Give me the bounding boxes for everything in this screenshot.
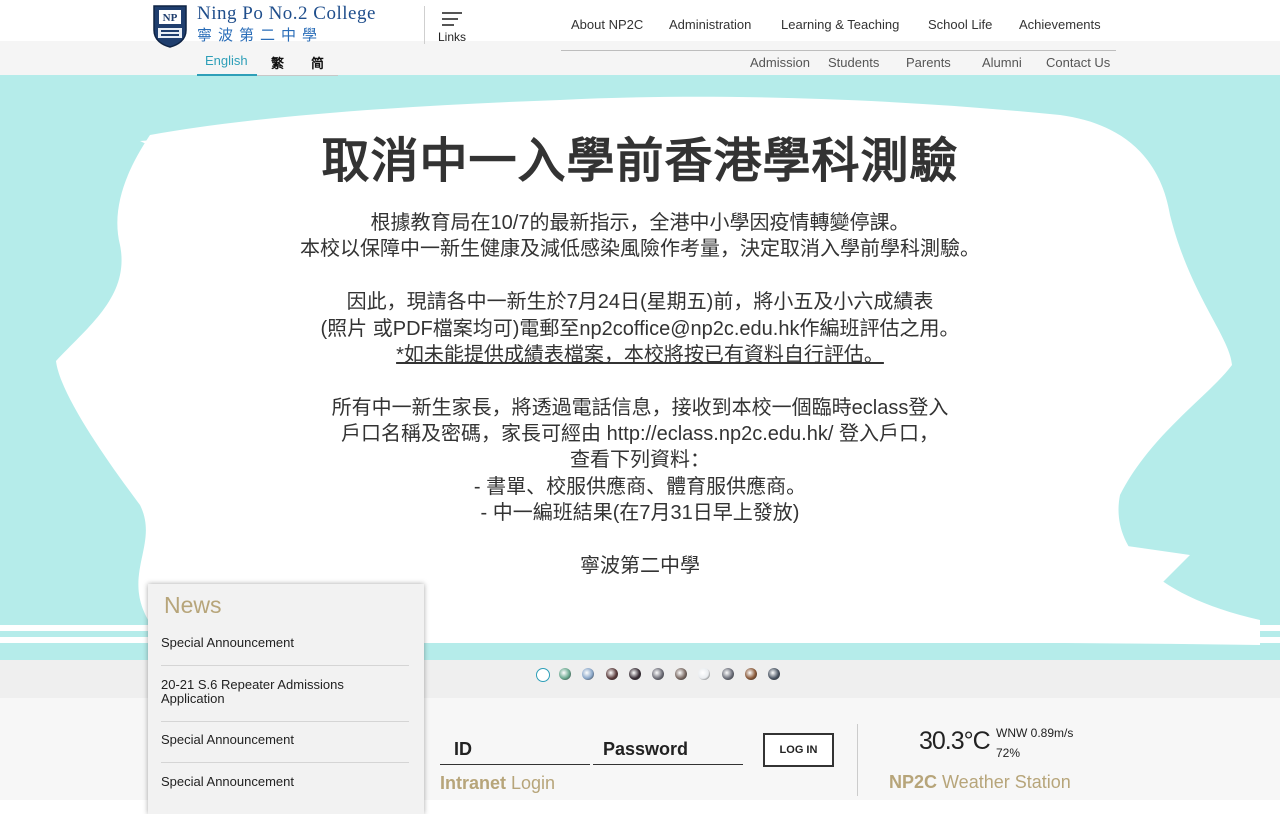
- news-title: News: [164, 592, 222, 618]
- weather-station-strong: NP2C: [889, 772, 938, 792]
- school-crest-icon[interactable]: NP: [152, 4, 188, 48]
- bottom-divider: [857, 724, 858, 796]
- nav-contact-us[interactable]: Contact Us: [1046, 55, 1110, 70]
- weather-station-link[interactable]: NP2C Weather Station: [889, 772, 1071, 793]
- announcement-line: 本校以保障中一新生健康及減低感染風險作考量，決定取消入學前學科測驗。: [300, 238, 980, 260]
- carousel-thumb[interactable]: [559, 668, 572, 680]
- weather-humidity: 72%: [996, 746, 1021, 760]
- news-item[interactable]: Special Announcement: [161, 636, 409, 650]
- nav-achievements[interactable]: Achievements: [1019, 17, 1101, 32]
- announcement-title: 取消中一入學前香港學科測驗: [321, 135, 959, 188]
- announcement-banner: 取消中一入學前香港學科測驗 根據教育局在10/7的最新指示，全港中小學因疫情轉變…: [0, 75, 1280, 660]
- id-field-wrapper: [440, 735, 594, 765]
- carousel-thumb[interactable]: [536, 668, 550, 682]
- announcement-line: 根據教育局在10/7的最新指示，全港中小學因疫情轉變停課。: [370, 212, 910, 234]
- announcement-note: *如未能提供成績表檔案，本校將按已有資料自行評估。: [0, 338, 1280, 367]
- weather-station-rest: Weather Station: [937, 772, 1071, 792]
- weather-temperature: 30.3°C: [919, 727, 991, 755]
- carousel-thumb[interactable]: [698, 668, 711, 680]
- carousel-thumb[interactable]: [768, 668, 780, 680]
- nav-admission[interactable]: Admission: [750, 55, 810, 70]
- lang-active-indicator: [197, 74, 257, 76]
- brand-name-zh[interactable]: 寧波第二中學: [197, 24, 323, 45]
- lang-english[interactable]: English: [205, 53, 248, 68]
- news-item[interactable]: 20-21 S.6 Repeater Admissions Applicatio…: [161, 678, 409, 706]
- nav-parents[interactable]: Parents: [906, 55, 951, 70]
- intranet-rest: Login: [506, 773, 556, 793]
- news-divider: [161, 665, 409, 666]
- carousel-thumb[interactable]: [744, 668, 757, 680]
- weather-wind: WNW 0.89m/s: [996, 726, 1074, 740]
- news-item[interactable]: Special Announcement: [161, 733, 409, 747]
- nav-alumni[interactable]: Alumni: [982, 55, 1022, 70]
- nav-school-life[interactable]: School Life: [928, 17, 992, 32]
- announcement-line: 戶口名稱及密碼，家長可經由 http://eclass.np2c.edu.hk/…: [341, 423, 939, 445]
- id-input[interactable]: [440, 735, 594, 760]
- announcement-line: (照片 或PDF檔案均可)電郵至np2coffice@np2c.edu.hk作編…: [320, 318, 960, 340]
- announcement-note-text: *如未能提供成績表檔案，本校將按已有資料自行評估。: [396, 344, 884, 366]
- links-label: Links: [438, 30, 467, 44]
- nav-learning-teaching[interactable]: Learning & Teaching: [781, 17, 899, 32]
- carousel-thumb[interactable]: [652, 668, 664, 680]
- svg-text:NP: NP: [163, 12, 178, 24]
- announcement-line: 因此，現請各中一新生於7月24日(星期五)前，將小五及小六成績表: [346, 291, 934, 313]
- news-item[interactable]: Special Announcement: [161, 775, 409, 789]
- nav-separator: [561, 50, 1116, 51]
- carousel-thumb[interactable]: [675, 668, 688, 680]
- password-input[interactable]: [593, 735, 743, 760]
- carousel-thumb[interactable]: [628, 668, 641, 680]
- links-menu-button[interactable]: Links: [438, 12, 468, 44]
- news-panel: News Special Announcement 20-21 S.6 Repe…: [148, 584, 424, 814]
- site-header: NP Ning Po No.2 College 寧波第二中學 English 繁…: [0, 0, 1280, 76]
- announcement-line: 所有中一新生家長，將透過電話信息，接收到本校一個臨時eclass登入: [331, 397, 949, 419]
- carousel-thumb[interactable]: [582, 668, 595, 680]
- lang-traditional-chinese[interactable]: 繁: [271, 53, 284, 72]
- news-divider: [161, 721, 409, 722]
- password-field-wrapper: [593, 735, 743, 765]
- announcement-line: 查看下列資料：: [570, 449, 710, 471]
- language-switcher: English 繁 简: [197, 50, 338, 76]
- carousel-thumb[interactable]: [605, 668, 618, 680]
- intranet-login-link[interactable]: Intranet Login: [440, 773, 555, 794]
- announcement-line: - 書單、校服供應商、體育服供應商。: [473, 476, 807, 498]
- nav-administration[interactable]: Administration: [669, 17, 751, 32]
- hamburger-icon: [442, 12, 462, 14]
- news-divider: [161, 762, 409, 763]
- brand-name-en[interactable]: Ning Po No.2 College: [197, 3, 376, 25]
- announcement-line: - 中一編班結果(在7月31日早上發放): [480, 502, 800, 524]
- intranet-strong: Intranet: [440, 773, 507, 793]
- login-button[interactable]: LOG IN: [763, 733, 834, 767]
- nav-students[interactable]: Students: [828, 55, 879, 70]
- lang-simplified-chinese[interactable]: 简: [311, 53, 324, 72]
- nav-about[interactable]: About NP2C: [571, 17, 643, 32]
- carousel-thumb[interactable]: [721, 668, 734, 680]
- announcement-signature: 寧波第二中學: [580, 555, 700, 577]
- header-divider: [424, 6, 425, 44]
